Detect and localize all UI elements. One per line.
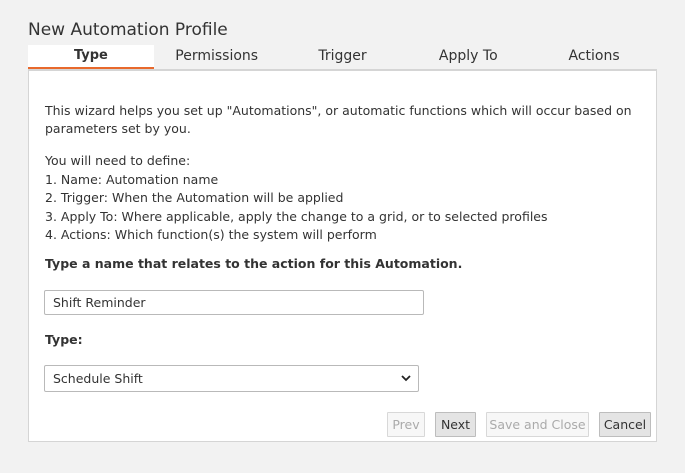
- chevron-down-icon: [401, 375, 411, 382]
- next-button[interactable]: Next: [435, 412, 476, 437]
- type-select-value: Schedule Shift: [53, 371, 143, 386]
- save-and-close-button[interactable]: Save and Close: [486, 412, 589, 437]
- define-heading: You will need to define:: [45, 153, 191, 168]
- define-item-trigger: 2. Trigger: When the Automation will be …: [45, 190, 344, 205]
- tab-apply-to[interactable]: Apply To: [405, 45, 531, 69]
- type-field-label: Type:: [45, 332, 83, 347]
- define-item-name: 1. Name: Automation name: [45, 171, 219, 187]
- tab-permissions[interactable]: Permissions: [154, 45, 280, 69]
- define-item-actions: 4. Actions: Which function(s) the system…: [45, 227, 377, 242]
- name-field-label: Type a name that relates to the action f…: [45, 256, 463, 271]
- automation-name-input[interactable]: [44, 290, 424, 315]
- dialog-title: New Automation Profile: [28, 20, 228, 40]
- tab-trigger[interactable]: Trigger: [280, 45, 406, 69]
- tab-type[interactable]: Type: [28, 45, 154, 69]
- cancel-button[interactable]: Cancel: [599, 412, 651, 437]
- intro-text: This wizard helps you set up "Automation…: [45, 103, 632, 136]
- tab-actions[interactable]: Actions: [531, 45, 657, 69]
- prev-button[interactable]: Prev: [387, 412, 425, 437]
- define-item-apply-to: 3. Apply To: Where applicable, apply the…: [45, 208, 548, 224]
- define-list: You will need to define: 1. Name: Automa…: [45, 152, 548, 245]
- wizard-panel: This wizard helps you set up "Automation…: [28, 70, 657, 442]
- wizard-tabs: Type Permissions Trigger Apply To Action…: [28, 45, 657, 70]
- type-select[interactable]: Schedule Shift: [44, 365, 419, 392]
